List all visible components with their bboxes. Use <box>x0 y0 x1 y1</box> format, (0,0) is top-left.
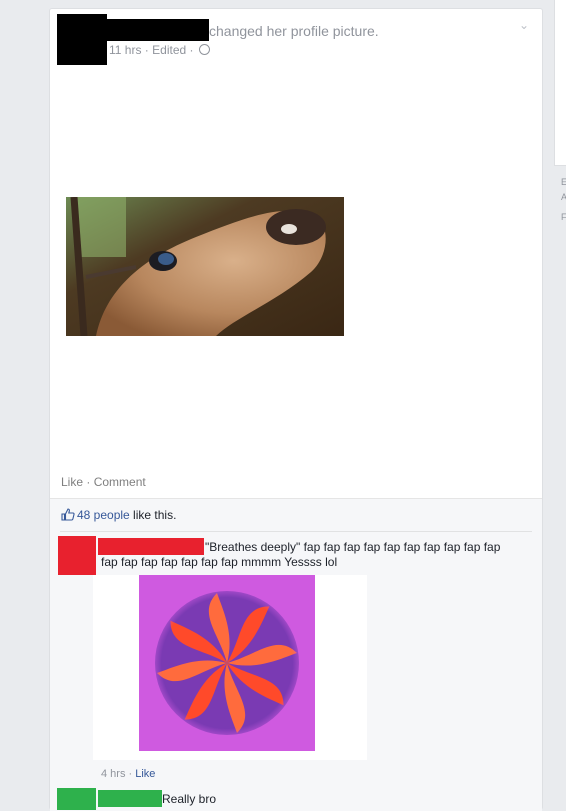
meta-separator: · <box>125 768 136 780</box>
likes-suffix: like this. <box>129 508 177 522</box>
like-link[interactable]: Like <box>61 475 83 489</box>
thumbs-up-icon <box>61 508 75 521</box>
right-column-box <box>554 0 566 166</box>
commenter-avatar-redacted[interactable] <box>57 788 96 810</box>
cow-photo[interactable] <box>66 197 344 336</box>
comment-like-link[interactable]: Like <box>135 768 155 780</box>
comment-meta: 4 hrs · Like <box>101 768 155 780</box>
post-time[interactable]: 11 hrs <box>109 43 141 57</box>
post-meta: 11 hrs · Edited · <box>109 43 210 57</box>
divider <box>60 531 532 532</box>
right-column-fragment: E <box>561 177 566 187</box>
action-separator: · <box>83 475 94 489</box>
likes-summary: 48 people like this. <box>61 508 176 522</box>
post-action-text: changed her profile picture. <box>209 23 379 39</box>
author-name-redacted[interactable] <box>107 19 209 41</box>
globe-icon[interactable] <box>198 44 210 55</box>
right-column-fragment: F <box>561 212 566 222</box>
author-avatar-redacted[interactable] <box>57 14 107 69</box>
chevron-down-icon[interactable]: ⌄ <box>519 18 529 32</box>
meta-separator: · <box>141 43 153 57</box>
commenter-name-redacted[interactable] <box>98 790 162 807</box>
comment-text: Really bro <box>162 792 217 806</box>
spiral-illusion-image[interactable] <box>139 575 315 751</box>
comment-text: "Breathes deeply" fap fap fap fap fap fa… <box>101 540 501 569</box>
right-column-fragment: A <box>561 192 566 202</box>
comment-time[interactable]: 4 hrs <box>101 768 125 780</box>
edited-label[interactable]: Edited <box>152 43 186 57</box>
comment-link[interactable]: Comment <box>94 475 146 489</box>
post-actions: Like · Comment <box>61 475 146 489</box>
likes-count-link[interactable]: 48 people <box>77 508 130 522</box>
commenter-avatar-redacted[interactable] <box>58 536 96 575</box>
meta-separator: · <box>186 43 197 57</box>
